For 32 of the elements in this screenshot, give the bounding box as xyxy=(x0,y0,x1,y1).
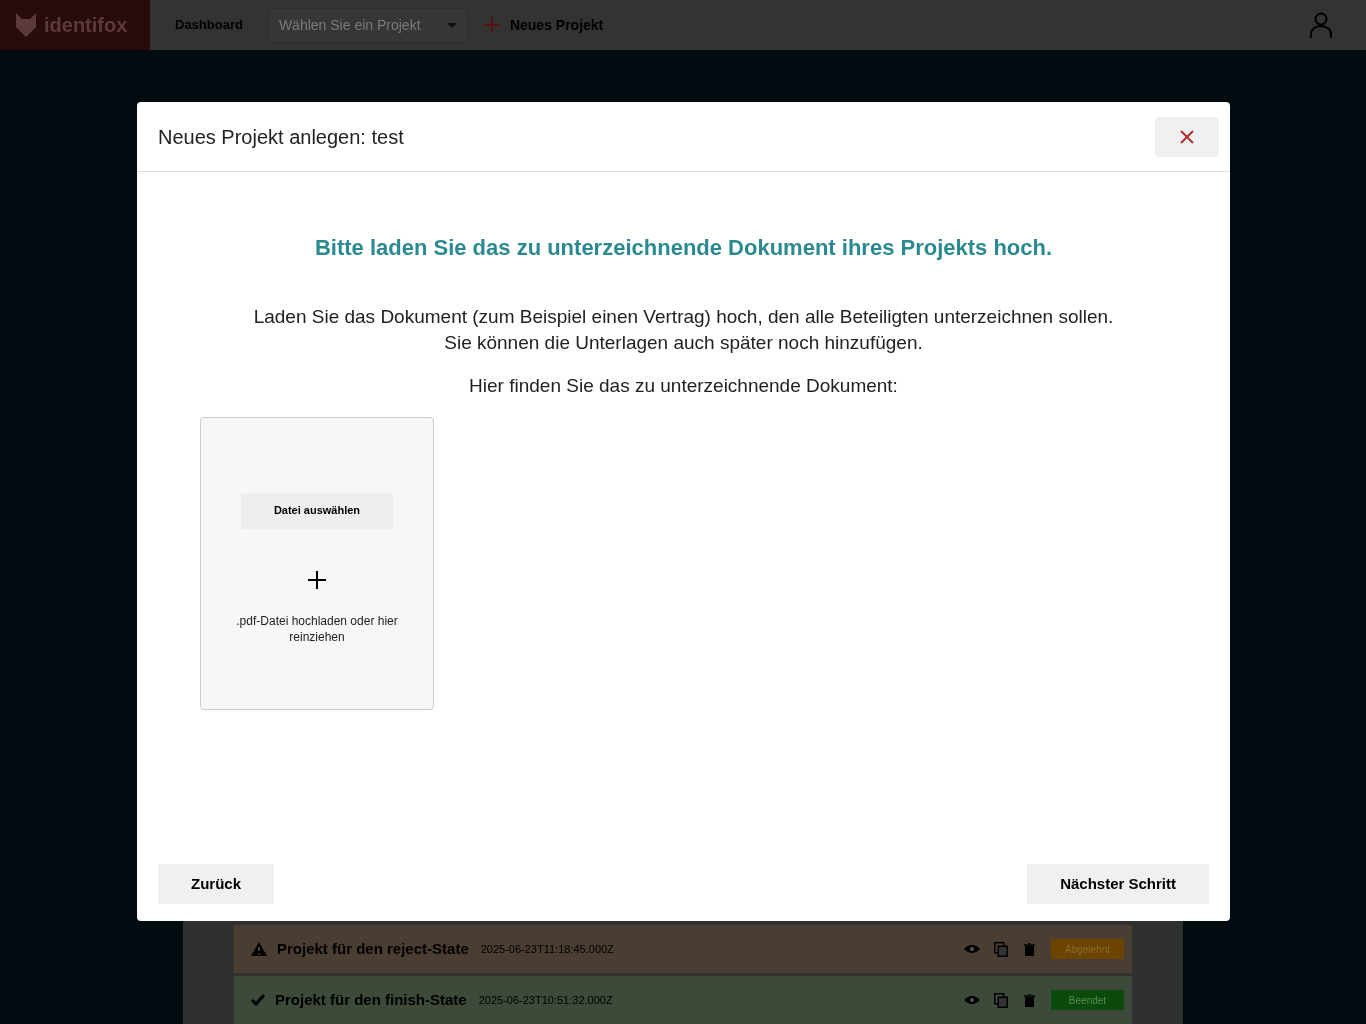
project-date: 2025-06-23T11:18:45.000Z xyxy=(480,941,614,957)
project-select-placeholder: Wählen Sie ein Projekt xyxy=(278,15,421,35)
upload-heading: Bitte laden Sie das zu unterzeichnende Dokument ihres Projekts hoch. xyxy=(314,234,1053,262)
check-icon xyxy=(251,994,265,1006)
upload-prompt: Hier finden Sie das zu unterzeichnende Dokument: xyxy=(469,374,898,398)
trash-icon[interactable] xyxy=(1024,942,1035,956)
close-icon xyxy=(1180,129,1194,144)
modal-title: Neues Projekt anlegen: test xyxy=(158,124,404,150)
upload-dropzone[interactable]: Datei auswählen .pdf-Datei hochladen oder hier reinziehen xyxy=(200,416,434,710)
next-step-button[interactable]: Nächster Schritt xyxy=(1027,864,1209,904)
eye-icon[interactable] xyxy=(964,944,980,954)
status-badge: Beendet xyxy=(1051,990,1124,1010)
project-date: 2025-06-23T10:51:32.000Z xyxy=(478,992,613,1008)
plus-icon xyxy=(308,570,326,589)
project-title: Projekt für den reject-State xyxy=(277,938,469,959)
caret-icon xyxy=(446,22,457,28)
copy-icon[interactable] xyxy=(994,992,1008,1008)
copy-icon[interactable] xyxy=(994,941,1008,957)
choose-file-button[interactable]: Datei auswählen xyxy=(241,492,393,529)
plus-icon xyxy=(483,17,500,33)
fox-logo-icon xyxy=(16,13,36,37)
eye-icon[interactable] xyxy=(964,995,980,1005)
upload-description: Laden Sie das Dokument (zum Beispiel einen Vertrag) hoch, den alle Beteiligten unterzeichnen sollen. Sie können die Unterlagen auch später noch hinzufügen. xyxy=(253,305,1114,355)
project-row[interactable]: Projekt für den finish-State 2025-06-23T10:51:32.000Z Beendet xyxy=(234,976,1132,1024)
upload-hint: .pdf-Datei hochladen oder hier reinziehen xyxy=(235,612,399,645)
close-button[interactable] xyxy=(1155,116,1219,157)
warning-icon xyxy=(251,942,267,956)
trash-icon[interactable] xyxy=(1024,993,1035,1007)
project-title: Projekt für den finish-State xyxy=(275,989,467,1010)
back-button[interactable]: Zurück xyxy=(158,864,274,904)
project-select[interactable]: Wählen Sie ein Projekt xyxy=(267,7,468,43)
user-icon[interactable] xyxy=(1310,12,1332,38)
